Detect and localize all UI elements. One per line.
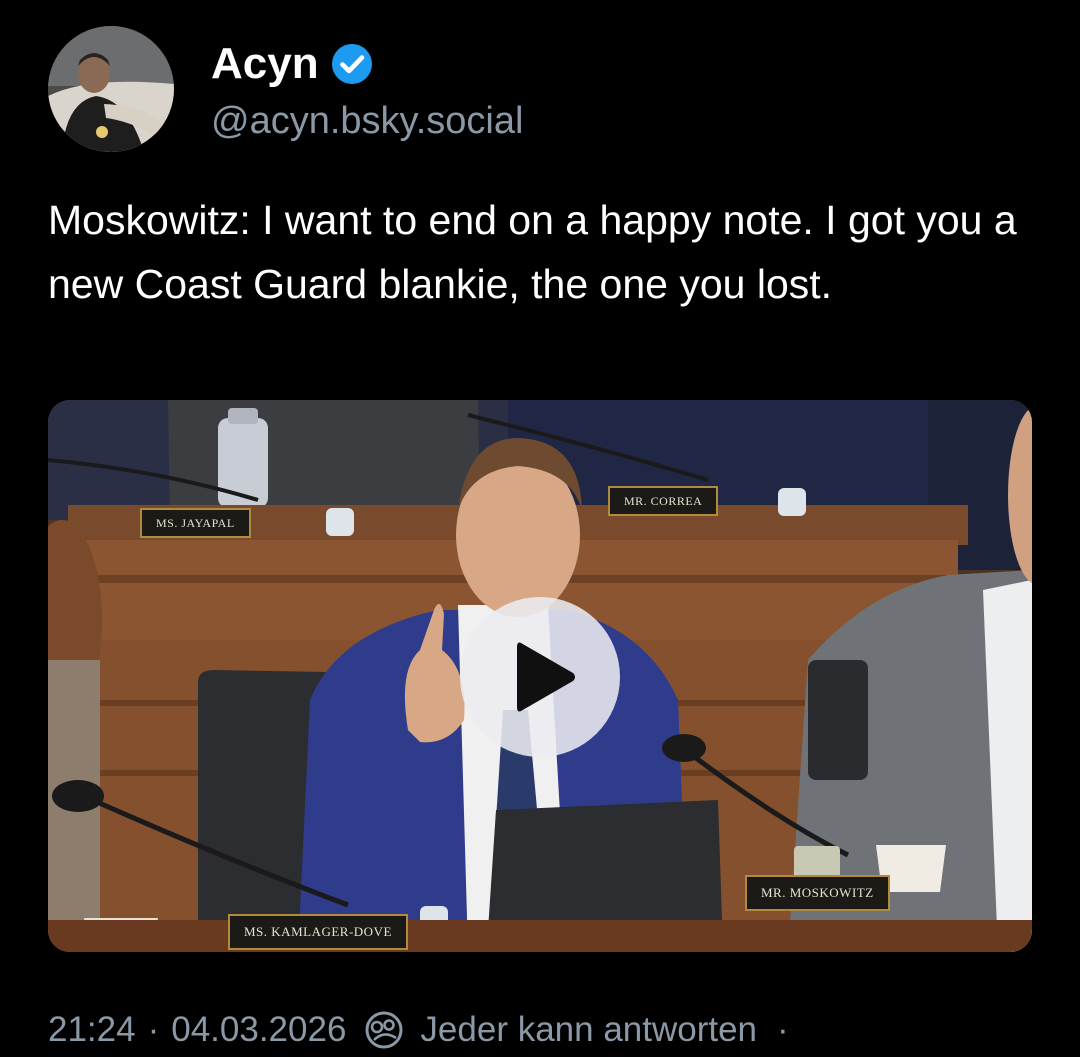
- meta-separator: ·: [147, 1010, 160, 1049]
- reply-setting-label[interactable]: Jeder kann antworten: [420, 1010, 757, 1050]
- author-name-row[interactable]: Acyn: [211, 38, 373, 90]
- meta-trailing-separator: ·: [777, 1010, 789, 1049]
- play-icon: [517, 642, 575, 712]
- post-meta: 21:24 · 04.03.2026 Jeder kann antworten …: [48, 1006, 789, 1054]
- play-button[interactable]: [460, 597, 620, 757]
- nameplate-kamlager-dove: MS. KAMLAGER-DOVE: [228, 914, 408, 950]
- avatar[interactable]: [48, 26, 174, 152]
- author-handle[interactable]: @acyn.bsky.social: [211, 98, 523, 144]
- nameplate-correa: MR. CORREA: [608, 486, 719, 516]
- reply-permission-icon[interactable]: [364, 1010, 404, 1050]
- author-display-name[interactable]: Acyn: [211, 38, 319, 90]
- avatar-photo: [48, 26, 174, 152]
- post-date[interactable]: 04.03.2026: [171, 1010, 346, 1050]
- nameplate-jayapal: MS. JAYAPAL: [140, 508, 251, 538]
- nameplate-moskowitz: MR. MOSKOWITZ: [745, 875, 890, 911]
- post-time[interactable]: 21:24: [48, 1010, 136, 1050]
- post-text: Moskowitz: I want to end on a happy note…: [48, 197, 1017, 307]
- verified-badge-icon: [331, 44, 372, 84]
- video-player[interactable]: MS. JAYAPAL MR. CORREA MR. MOSKOWITZ MS.…: [48, 400, 1032, 952]
